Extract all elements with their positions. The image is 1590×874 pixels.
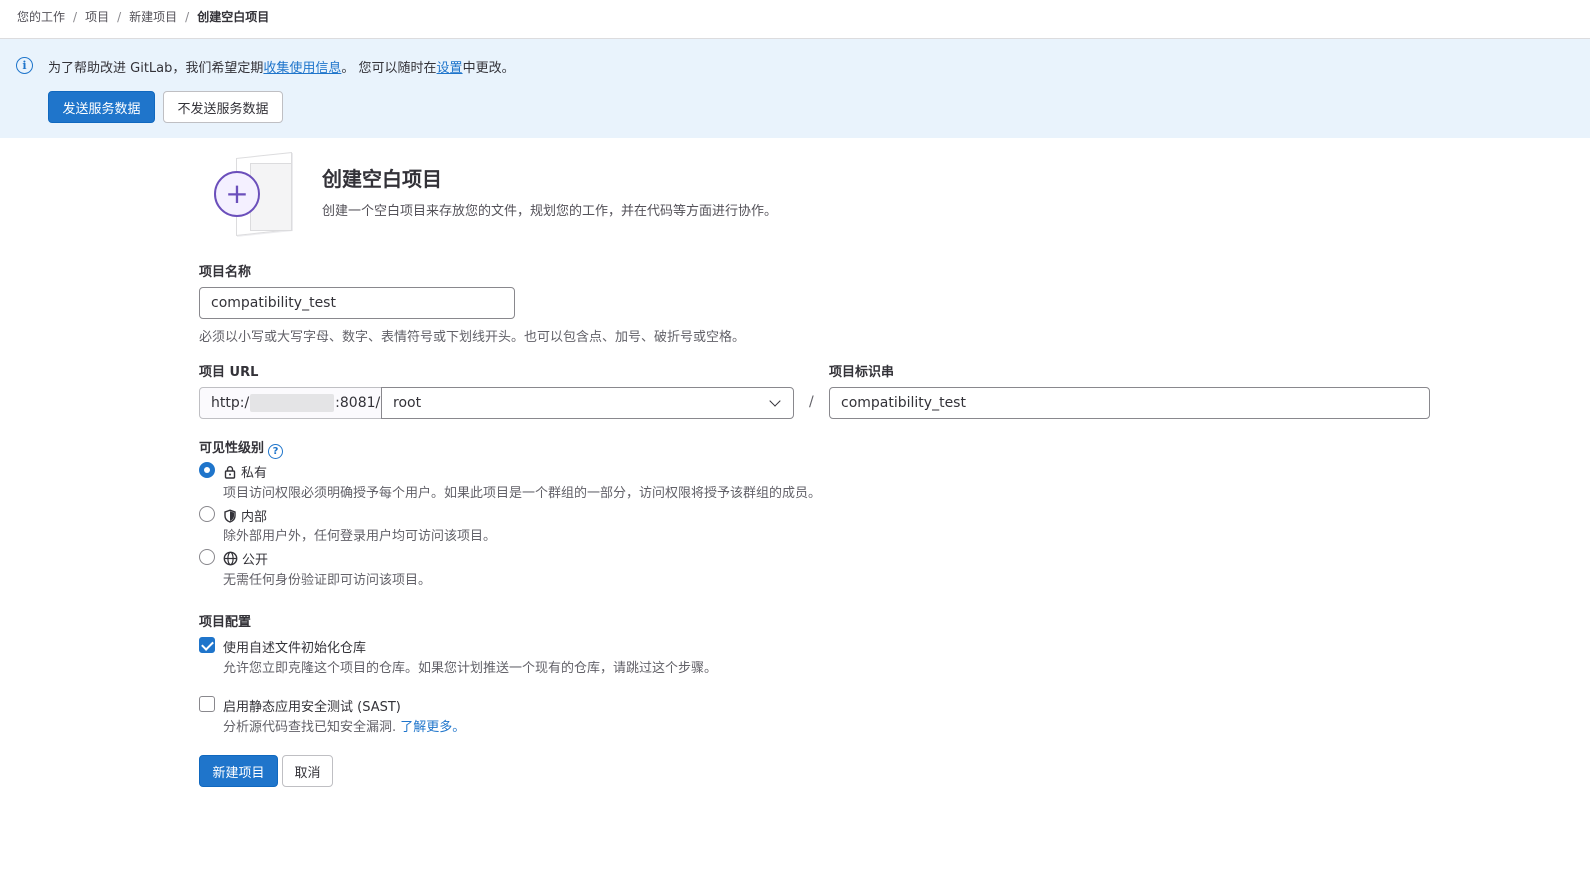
visibility-label: 可见性级别? bbox=[199, 437, 284, 459]
readme-description: 允许您立即克隆这个项目的仓库。如果您计划推送一个现有的仓库，请跳过这个步骤。 bbox=[223, 661, 718, 676]
project-url-label: 项目 URL bbox=[199, 365, 259, 380]
page-title: 创建空白项目 bbox=[322, 167, 442, 191]
redacted-host bbox=[250, 394, 335, 412]
visibility-public-label[interactable]: 公开 bbox=[223, 549, 268, 568]
visibility-private-radio[interactable] bbox=[199, 462, 215, 478]
chevron-down-icon bbox=[769, 395, 781, 407]
cancel-button[interactable]: 取消 bbox=[282, 755, 333, 787]
sast-description: 分析源代码查找已知安全漏洞. 了解更多。 bbox=[223, 720, 466, 735]
project-name-label: 项目名称 bbox=[199, 265, 252, 280]
lock-icon bbox=[224, 465, 236, 479]
project-name-input[interactable]: compatibility_test bbox=[199, 287, 515, 319]
question-icon[interactable]: ? bbox=[268, 444, 284, 459]
visibility-private-label[interactable]: 私有 bbox=[223, 462, 267, 481]
project-name-help: 必须以小写或大写字母、数字、表情符号或下划线开头。也可以包含点、加号、破折号或空… bbox=[199, 330, 746, 345]
breadcrumb: 您的工作 / 项目 / 新建项目 / 创建空白项目 bbox=[17, 8, 269, 25]
breadcrumb-projects[interactable]: 项目 bbox=[85, 8, 109, 25]
info-icon: i bbox=[16, 57, 33, 74]
collect-usage-link[interactable]: 收集使用信息 bbox=[263, 61, 341, 76]
page-description: 创建一个空白项目来存放您的文件，规划您的工作，并在代码等方面进行协作。 bbox=[322, 204, 778, 219]
breadcrumb-separator: / bbox=[185, 9, 190, 24]
create-project-button[interactable]: 新建项目 bbox=[199, 755, 278, 787]
settings-link[interactable]: 设置 bbox=[437, 61, 463, 76]
visibility-internal-radio[interactable] bbox=[199, 506, 215, 522]
project-slug-input[interactable]: compatibility_test bbox=[829, 387, 1430, 419]
sast-checkbox[interactable] bbox=[199, 696, 215, 712]
visibility-public-description: 无需任何身份验证即可访问该项目。 bbox=[223, 573, 432, 588]
breadcrumb-current[interactable]: 创建空白项目 bbox=[197, 8, 269, 25]
visibility-internal-label[interactable]: 内部 bbox=[223, 506, 267, 525]
globe-icon bbox=[223, 551, 238, 566]
dont-send-service-data-button[interactable]: 不发送服务数据 bbox=[163, 91, 283, 123]
visibility-private-description: 项目访问权限必须明确授予每个用户。如果此项目是一个群组的一部分，访问权限将授予该… bbox=[223, 486, 822, 501]
plus-icon: + bbox=[214, 171, 260, 217]
shield-icon bbox=[224, 508, 236, 523]
project-config-label: 项目配置 bbox=[199, 615, 252, 630]
breadcrumb-separator: / bbox=[73, 9, 78, 24]
breadcrumb-new-project[interactable]: 新建项目 bbox=[129, 8, 177, 25]
project-slug-label: 项目标识串 bbox=[829, 365, 895, 380]
send-service-data-button[interactable]: 发送服务数据 bbox=[48, 91, 155, 123]
breadcrumb-your-work[interactable]: 您的工作 bbox=[17, 8, 65, 25]
banner-message: 为了帮助改进 GitLab，我们希望定期收集使用信息。 您可以随时在设置中更改。 bbox=[48, 61, 515, 76]
readme-label[interactable]: 使用自述文件初始化仓库 bbox=[223, 637, 366, 656]
breadcrumb-separator: / bbox=[117, 9, 122, 24]
visibility-public-radio[interactable] bbox=[199, 549, 215, 565]
readme-checkbox[interactable] bbox=[199, 637, 215, 653]
visibility-internal-description: 除外部用户外，任何登录用户均可访问该项目。 bbox=[223, 529, 497, 544]
sast-label[interactable]: 启用静态应用安全测试 (SAST) bbox=[223, 696, 401, 715]
usage-ping-banner bbox=[0, 39, 1590, 138]
namespace-select[interactable]: root bbox=[381, 387, 794, 419]
learn-more-link[interactable]: 了解更多。 bbox=[400, 720, 465, 735]
project-url-prefix: http:/:8081/ bbox=[199, 387, 382, 419]
url-separator: / bbox=[809, 394, 814, 410]
